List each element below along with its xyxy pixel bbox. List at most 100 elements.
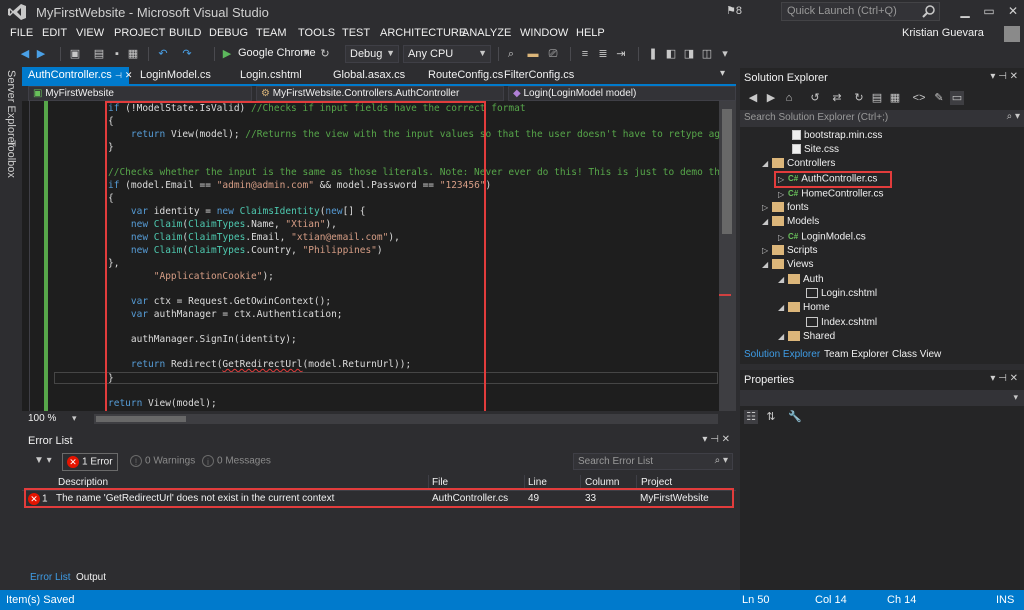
avatar[interactable] [1004,26,1020,42]
filter-icon[interactable]: ▼ ▾ [30,453,56,471]
tree-item-loginmodel[interactable]: ▷ C# LoginModel.cs [778,230,866,244]
tree-item-index-cshtml[interactable]: Index.cshtml [806,316,877,330]
pane-title-buttons[interactable]: ▾ ⊣ ✕ [990,373,1018,384]
tab-error-list[interactable]: Error List [30,572,71,583]
tab-overflow-icon[interactable]: ▾ [720,68,725,79]
expanded-arrow-icon[interactable]: ◢ [778,301,788,315]
menu-edit[interactable]: EDIT [42,27,67,39]
navigate-forward-icon[interactable]: ▶ [34,47,48,61]
refresh-icon[interactable]: ↻ [318,47,332,61]
notifications-flag[interactable]: ⚑8 [726,4,742,17]
close-tab-icon[interactable]: ✕ [125,70,133,80]
expanded-arrow-icon[interactable]: ◢ [762,157,772,171]
forward-icon[interactable]: ▶ [764,91,778,105]
property-pages-icon[interactable]: 🔧 [788,410,802,424]
sync-icon[interactable]: ⇄ [830,91,844,105]
member-dropdown[interactable]: ◆ Login(LoginModel model) [508,86,736,101]
class-dropdown[interactable]: ⚙ MyFirstWebsite.Controllers.AuthControl… [256,86,504,101]
prev-bookmark-icon[interactable]: ◧ [664,47,678,61]
tree-item-controllers[interactable]: ◢ Controllers [762,157,835,171]
alphabetical-icon[interactable]: ⇅ [764,410,778,424]
expanded-arrow-icon[interactable]: ◢ [778,273,788,287]
expanded-arrow-icon[interactable]: ◢ [762,258,772,272]
menu-analyze[interactable]: ANALYZE [462,27,511,39]
close-icon[interactable]: ✕ [996,0,1024,24]
browse-folder-icon[interactable]: ▬ [526,47,540,61]
properties-object-select[interactable]: ▾ [740,390,1024,406]
tree-item-fonts[interactable]: ▷ fonts [762,201,809,215]
tab-global-asax[interactable]: Global.asax.cs [327,67,411,84]
scrollbar-thumb[interactable] [722,109,732,234]
tab-filterconfig[interactable]: FilterConfig.cs [498,67,580,84]
tab-loginmodel[interactable]: LoginModel.cs [134,67,217,84]
tree-item-homecontroller[interactable]: ▷ C# HomeController.cs [778,187,884,201]
tab-routeconfig[interactable]: RouteConfig.cs [422,67,509,84]
expanded-arrow-icon[interactable]: ◢ [762,215,772,229]
new-project-icon[interactable]: ▣ [68,47,82,61]
open-file-icon[interactable]: ▤ [92,47,106,61]
navigate-back-icon[interactable]: ◀ [18,47,32,61]
menu-debug[interactable]: DEBUG [209,27,248,39]
server-explorer-tab[interactable]: Server Explorer [5,70,17,146]
clear-bookmarks-icon[interactable]: ◫ [700,47,714,61]
collapsed-arrow-icon[interactable]: ▷ [762,201,772,215]
tree-item-bootstrap[interactable]: bootstrap.min.css [792,129,882,143]
toolbar-options-icon[interactable]: ▾ [718,47,732,61]
editor-horizontal-scrollbar[interactable] [94,414,718,424]
tree-item-shared-folder[interactable]: ◢ Shared [778,330,835,344]
undo-icon[interactable]: ↶ [156,47,170,61]
messages-toggle-button[interactable]: i0 Messages [198,453,275,471]
warnings-toggle-button[interactable]: ! 0 Warnings [126,453,199,471]
back-icon[interactable]: ◀ [746,91,760,105]
pane-title-buttons[interactable]: ▾ ⊣ ✕ [702,434,730,445]
expanded-arrow-icon[interactable]: ◢ [778,330,788,344]
tree-item-scripts[interactable]: ▷ Scripts [762,244,818,258]
tab-class-view[interactable]: Class View [892,349,941,360]
tab-authcontroller[interactable]: AuthController.cs ⊣ ✕ [22,67,132,84]
column-project[interactable]: Project [641,477,672,488]
menu-test[interactable]: TEST [342,27,370,39]
collapse-all-icon[interactable]: ▤ [870,91,884,105]
history-icon[interactable]: ↺ [808,91,822,105]
home-icon[interactable]: ⌂ [782,91,796,105]
tree-item-site-css[interactable]: Site.css [792,143,839,157]
editor-vertical-scrollbar[interactable] [719,101,736,411]
indent-icon[interactable]: ⇥ [614,47,628,61]
menu-team[interactable]: TEAM [256,27,287,39]
properties-icon[interactable]: ✎ [932,91,946,105]
project-dropdown[interactable]: ▣ MyFirstWebsite [28,86,252,101]
error-list-search-input[interactable]: Search Error List ⌕ ▾ [573,453,733,470]
column-file[interactable]: File [432,477,448,488]
find-in-files-icon[interactable]: ⌕ [504,47,518,61]
pin-icon[interactable]: ⊣ [115,71,122,80]
column-column[interactable]: Column [585,477,619,488]
categorized-icon[interactable]: ☷ [744,410,758,424]
toolbox-tab[interactable]: Toolbox [5,140,17,178]
column-description[interactable]: Description [58,477,108,488]
chevron-down-icon[interactable]: ▾ [72,413,77,424]
tree-item-home-folder[interactable]: ◢ Home [778,301,830,315]
save-all-icon[interactable]: ▦ [126,47,140,61]
tree-item-models[interactable]: ◢ Models [762,215,819,229]
tree-item-auth-folder[interactable]: ◢ Auth [778,273,824,287]
start-debugging-icon[interactable]: ▶ [220,47,234,61]
refresh-icon[interactable]: ↻ [852,91,866,105]
view-code-icon[interactable]: <> [912,91,926,105]
tree-item-views[interactable]: ◢ Views [762,258,814,272]
configuration-select[interactable]: Debug ▼ [345,45,399,63]
quick-launch-input[interactable]: Quick Launch (Ctrl+Q) [781,2,940,21]
table-row[interactable]: ✕ 1 The name 'GetRedirectUrl' does not ex… [24,488,734,508]
pane-title-buttons[interactable]: ▾ ⊣ ✕ [990,71,1018,82]
solution-search-input[interactable]: Search Solution Explorer (Ctrl+;) ⌕ ▾ [740,110,1024,127]
next-bookmark-icon[interactable]: ◨ [682,47,696,61]
save-icon[interactable]: ▪ [110,47,124,61]
preview-icon[interactable]: ▭ [950,91,964,105]
menu-file[interactable]: FILE [10,27,33,39]
collapsed-arrow-icon[interactable]: ▷ [778,231,788,245]
tab-solution-explorer[interactable]: Solution Explorer [744,349,820,360]
menu-help[interactable]: HELP [576,27,605,39]
menu-view[interactable]: VIEW [76,27,104,39]
column-line[interactable]: Line [528,477,547,488]
browser-select[interactable]: Google Chrome ▼ [234,45,316,63]
menu-tools[interactable]: TOOLS [298,27,335,39]
